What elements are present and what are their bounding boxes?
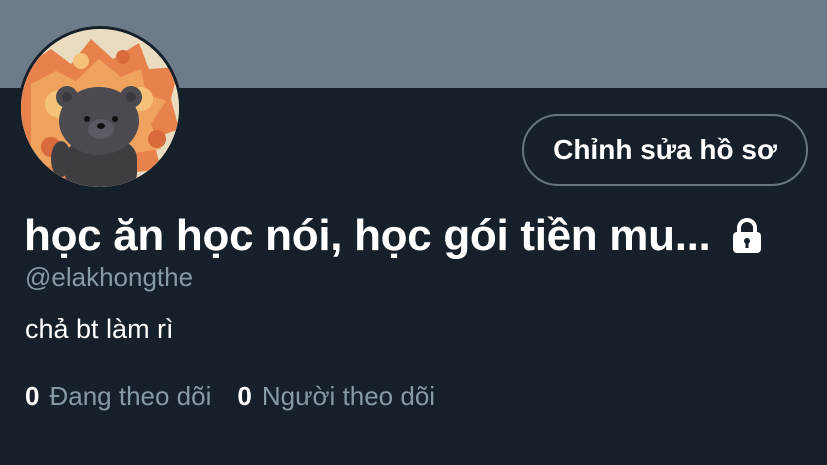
lock-icon bbox=[730, 218, 764, 254]
profile-handle: @elakhongthe bbox=[25, 262, 194, 292]
followers-label: Người theo dõi bbox=[261, 381, 436, 411]
followers-count: 0 bbox=[237, 381, 252, 411]
profile-bio: chả bt làm rì bbox=[25, 314, 174, 344]
followers-link[interactable]: 0 Người theo dõi bbox=[237, 381, 435, 412]
name-row: học ăn học nói, học gói tiền mu... bbox=[24, 206, 814, 266]
profile-avatar[interactable] bbox=[18, 26, 182, 190]
following-label: Đang theo dõi bbox=[49, 381, 212, 411]
following-link[interactable]: 0 Đang theo dõi bbox=[25, 381, 211, 412]
display-name: học ăn học nói, học gói tiền mu... bbox=[24, 211, 711, 260]
edit-profile-button[interactable]: Chỉnh sửa hồ sơ bbox=[522, 114, 808, 186]
follow-stats: 0 Đang theo dõi 0 Người theo dõi bbox=[25, 381, 461, 412]
following-count: 0 bbox=[25, 381, 40, 411]
bear-avatar-icon bbox=[21, 29, 179, 187]
